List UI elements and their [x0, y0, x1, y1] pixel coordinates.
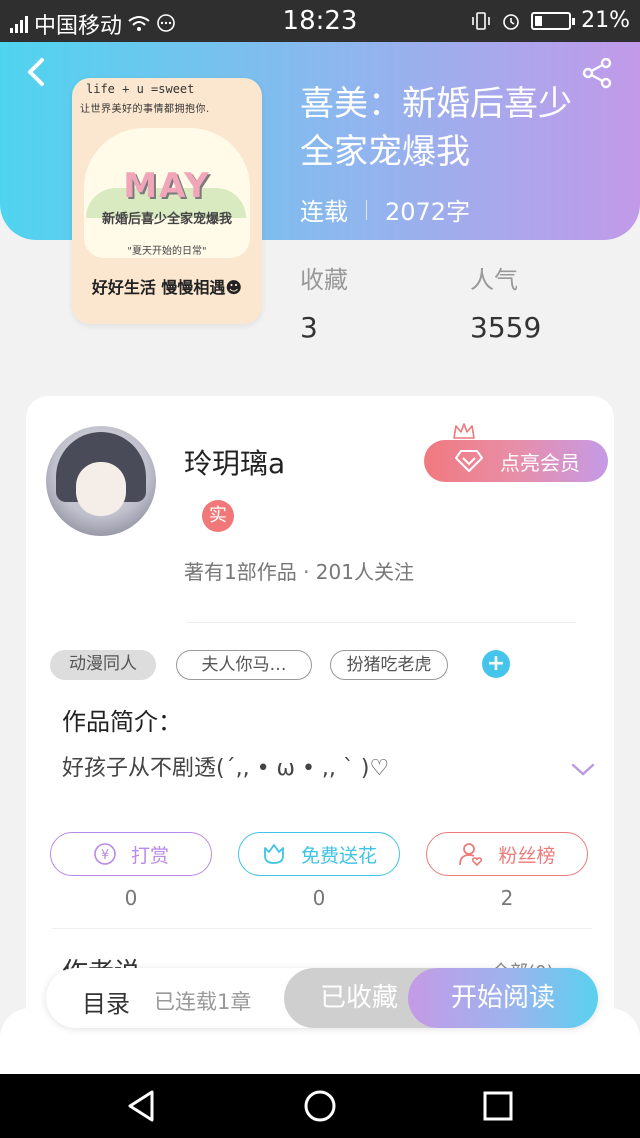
- verified-badge: 实: [202, 500, 234, 532]
- svg-text:¥: ¥: [101, 848, 109, 863]
- intro-text: 好孩子从不剧透(´,, • ω • ,, ` )♡: [62, 756, 390, 781]
- divider: [52, 928, 592, 929]
- recent-apps-icon[interactable]: [480, 1088, 516, 1124]
- plus-icon: +: [486, 651, 506, 676]
- reward-button[interactable]: ¥ 打赏: [50, 832, 212, 876]
- author-stats: 著有1部作品 · 201人关注: [184, 560, 414, 584]
- cover-line3: MAY: [123, 166, 211, 206]
- fan-ranking-label: 粉丝榜: [498, 844, 556, 867]
- home-circle-icon[interactable]: [302, 1088, 338, 1124]
- status-right: 21%: [471, 8, 630, 33]
- back-button[interactable]: [22, 56, 50, 88]
- book-meta: 连载 2072字: [300, 192, 470, 227]
- cover-line4: 新婚后喜少全家宠爆我: [101, 212, 232, 227]
- cover-line5: "夏天开始的日常": [127, 246, 207, 257]
- member-button[interactable]: 点亮会员: [424, 440, 608, 482]
- send-flower-button[interactable]: 免费送花: [238, 832, 400, 876]
- chevron-down-icon[interactable]: [570, 762, 596, 778]
- fan-count: 2: [500, 886, 514, 910]
- author-name[interactable]: 玲玥璃a: [184, 442, 285, 482]
- fan-ranking-button[interactable]: 粉丝榜: [426, 832, 588, 876]
- divider: [186, 622, 576, 623]
- battery-percent: 21%: [581, 8, 630, 33]
- cover-line1: life + u =sweet: [86, 82, 195, 96]
- member-button-label: 点亮会员: [500, 450, 580, 475]
- chevron-left-icon: [28, 58, 44, 86]
- cover-line2: 让世界美好的事情都拥抱你.: [80, 104, 210, 115]
- crown-icon: [453, 423, 475, 439]
- book-status: 连载: [300, 198, 348, 226]
- avatar[interactable]: [46, 426, 156, 536]
- stat-label: 人气: [470, 266, 518, 294]
- navigation-bar: [0, 1074, 640, 1138]
- toc-info[interactable]: 已连载1章: [154, 986, 251, 1016]
- stat-favorites: 收藏 3: [300, 260, 348, 344]
- stat-value: 3: [300, 311, 318, 344]
- coin-icon: ¥: [94, 843, 116, 865]
- tag-item[interactable]: 扮猪吃老虎: [330, 650, 448, 680]
- start-reading-button[interactable]: 开始阅读: [408, 968, 598, 1028]
- send-flower-label: 免费送花: [300, 844, 377, 867]
- user-heart-icon: [459, 843, 483, 867]
- bottom-action-bar: 目录 已连载1章 已收藏 开始阅读: [46, 968, 598, 1028]
- stat-popularity: 人气 3559: [470, 260, 541, 344]
- flower-count: 0: [312, 886, 326, 910]
- cover-line6: 好好生活 慢慢相遇☻: [91, 278, 243, 297]
- back-triangle-icon[interactable]: [124, 1088, 160, 1124]
- add-tag-button[interactable]: +: [482, 650, 510, 678]
- battery-fill: [535, 15, 542, 26]
- alarm-icon: [503, 13, 519, 30]
- toc-button[interactable]: 目录: [82, 984, 130, 1019]
- book-cover[interactable]: life + u =sweet 让世界美好的事情都拥抱你. MAY 新婚后喜少全…: [72, 78, 262, 324]
- diamond-icon: [455, 450, 483, 472]
- book-title: 喜美：新婚后喜少全家宠爆我: [300, 84, 572, 172]
- tag-item[interactable]: 夫人你马…: [176, 650, 312, 680]
- reward-count: 0: [124, 886, 138, 910]
- status-bar: 中国移动 18:23 21%: [0, 0, 640, 42]
- intro-title: 作品简介：: [62, 708, 182, 736]
- flower-icon: [264, 844, 284, 864]
- battery-icon: [531, 11, 576, 30]
- reward-label: 打赏: [130, 844, 169, 867]
- book-word-count: 2072字: [385, 198, 471, 226]
- avatar-face: [76, 462, 126, 516]
- stat-label: 收藏: [300, 266, 348, 294]
- vibrate-icon: [472, 11, 490, 30]
- tag-item[interactable]: 动漫同人: [50, 650, 156, 680]
- meta-divider: [366, 199, 367, 220]
- stat-value: 3559: [470, 311, 542, 344]
